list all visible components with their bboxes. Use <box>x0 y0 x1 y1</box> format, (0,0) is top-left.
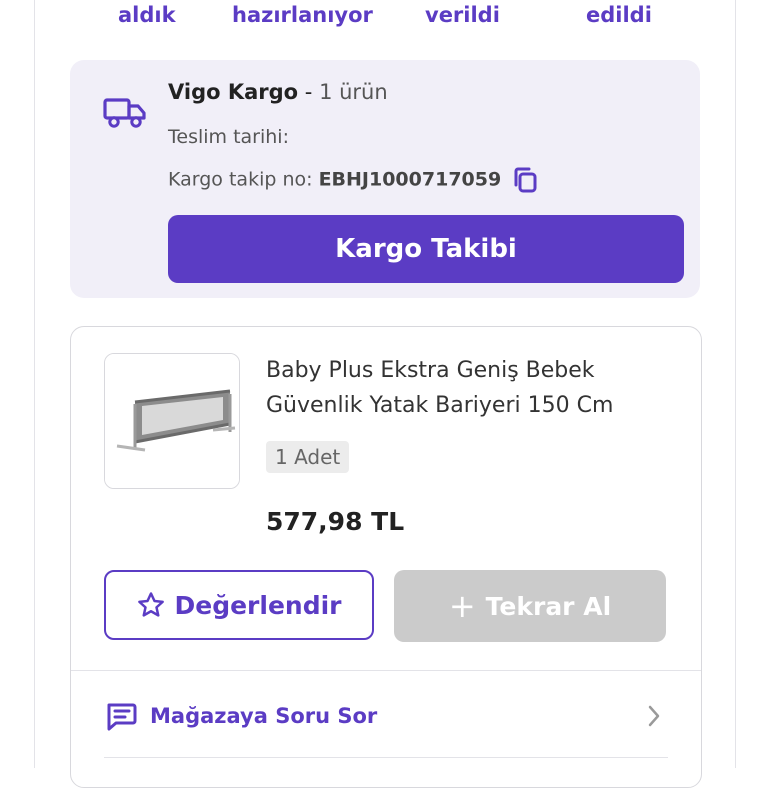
carrier-name: Vigo Kargo <box>168 80 299 104</box>
item-count: 1 ürün <box>319 80 388 104</box>
product-image[interactable] <box>104 353 240 489</box>
step-label-1: aldık <box>118 3 176 27</box>
copy-icon[interactable] <box>511 166 541 194</box>
product-card: Baby Plus Ekstra Geniş Bebek Güvenlik Ya… <box>70 326 702 788</box>
delivery-date-label: Teslim tarihi: <box>168 126 289 148</box>
tracking-label: Kargo takip no: <box>168 168 319 191</box>
ask-store-label: Mağazaya Soru Sor <box>150 704 378 728</box>
rate-button-label: Değerlendir <box>174 590 342 620</box>
ask-store-row[interactable]: Mağazaya Soru Sor <box>104 691 664 741</box>
product-price: 577,98 TL <box>266 507 405 536</box>
product-name[interactable]: Baby Plus Ekstra Geniş Bebek Güvenlik Ya… <box>266 353 676 423</box>
rate-button[interactable]: Değerlendir <box>104 570 374 640</box>
tracking-number: EBHJ1000717059 <box>318 168 502 191</box>
order-status-steps: aldık hazırlanıyor verildi edildi <box>35 0 735 40</box>
divider <box>71 670 701 671</box>
cargo-tracking-button[interactable]: Kargo Takibi <box>168 215 684 283</box>
tracking-number-row: Kargo takip no: EBHJ1000717059 <box>168 166 541 194</box>
carrier-separator: - <box>298 80 320 104</box>
step-label-4: edildi <box>586 3 652 27</box>
star-icon <box>138 592 165 617</box>
chevron-right-icon <box>648 705 660 727</box>
reorder-button[interactable]: + Tekrar Al <box>394 570 666 642</box>
truck-icon <box>103 96 147 130</box>
plus-icon: + <box>448 587 476 625</box>
carrier-line: Vigo Kargo - 1 ürün <box>168 80 388 104</box>
quantity-badge: 1 Adet <box>266 441 350 473</box>
order-detail-page: aldık hazırlanıyor verildi edildi Vigo K… <box>34 0 736 788</box>
reorder-button-label: Tekrar Al <box>485 591 612 621</box>
step-label-3: verildi <box>425 3 500 27</box>
step-label-2: hazırlanıyor <box>232 3 373 27</box>
chat-icon <box>107 703 137 731</box>
divider <box>104 757 668 758</box>
shipment-panel: Vigo Kargo - 1 ürün Teslim tarihi: Kargo… <box>70 60 700 298</box>
